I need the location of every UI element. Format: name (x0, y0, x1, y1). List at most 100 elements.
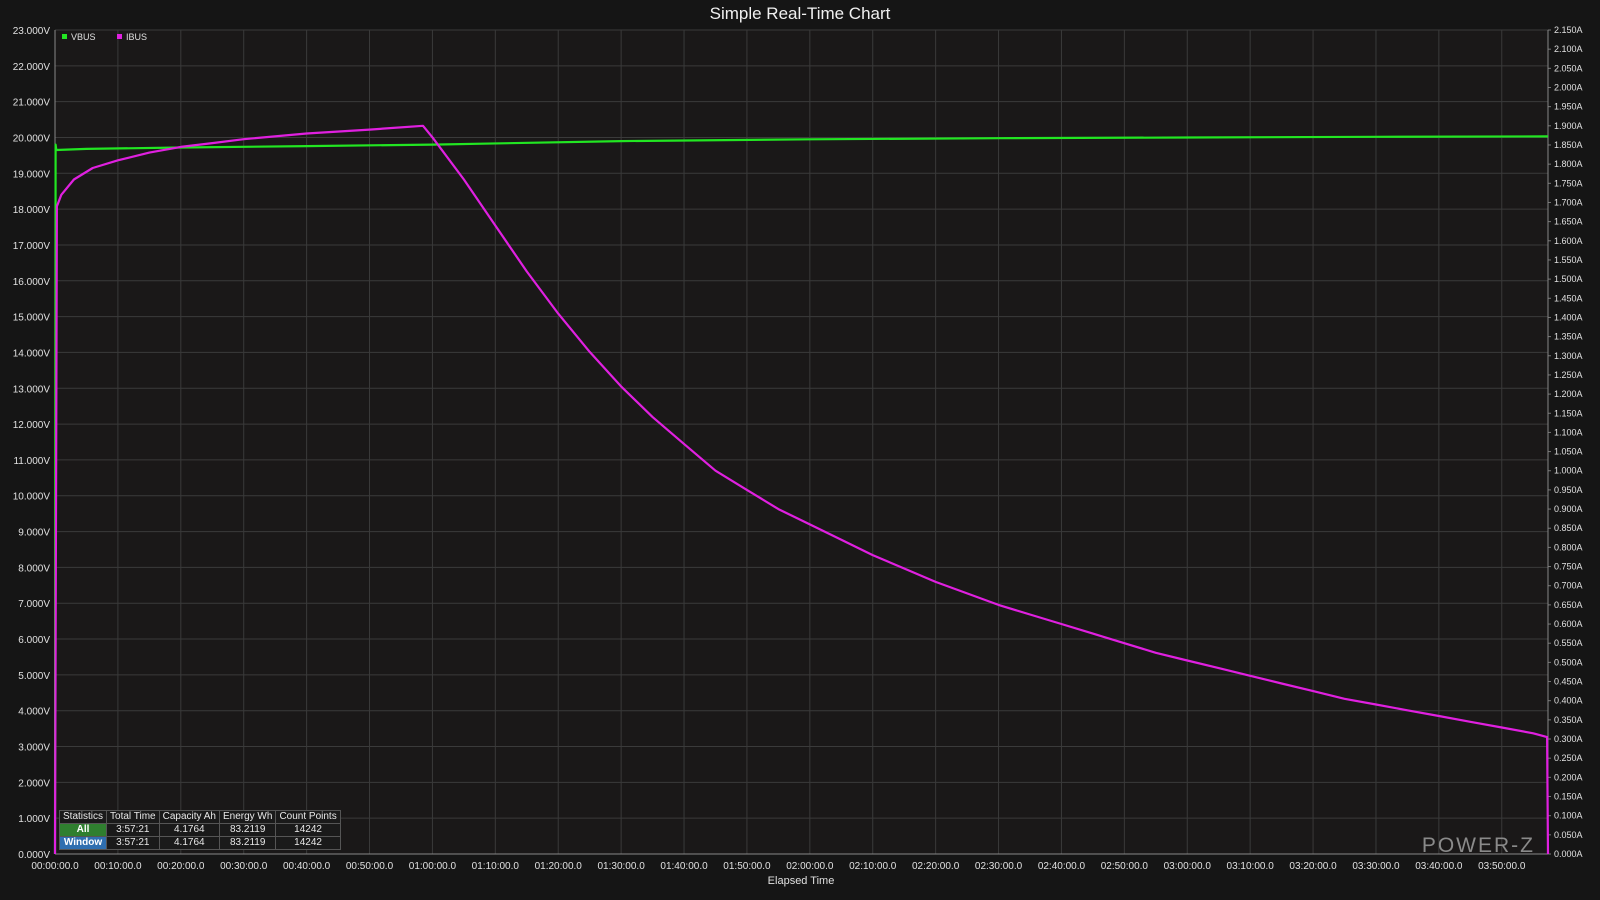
y-tick-label: 12.000V (13, 420, 51, 431)
y2-tick-label: 0.350A (1554, 715, 1583, 725)
stat-header: Count Points (275, 810, 341, 824)
x-tick-label: 03:10:00.0 (1227, 861, 1275, 872)
y-tick-label: 6.000V (18, 635, 50, 646)
y-tick-label: 4.000V (18, 707, 50, 718)
y2-tick-label: 1.650A (1554, 217, 1583, 227)
stat-capacity: 4.1764 (158, 823, 220, 837)
stat-header: Total Time (106, 810, 160, 824)
x-tick-label: 03:30:00.0 (1352, 861, 1400, 872)
y-tick-label: 7.000V (18, 599, 50, 610)
y2-tick-label: 0.850A (1554, 523, 1583, 533)
y2-tick-label: 2.050A (1554, 63, 1583, 73)
x-tick-label: 01:30:00.0 (597, 861, 645, 872)
y-tick-label: 18.000V (13, 205, 51, 216)
x-tick-label: 01:40:00.0 (660, 861, 708, 872)
y-tick-label: 10.000V (13, 492, 51, 503)
y2-tick-label: 1.400A (1554, 312, 1583, 322)
stat-count: 14242 (275, 836, 341, 850)
y2-tick-label: 1.850A (1554, 140, 1583, 150)
y2-tick-label: 2.100A (1554, 44, 1583, 54)
x-axis-title: Elapsed Time (768, 875, 835, 887)
y2-tick-label: 1.250A (1554, 370, 1583, 380)
stat-header: Energy Wh (218, 810, 277, 824)
x-tick-label: 00:30:00.0 (220, 861, 268, 872)
y2-tick-label: 0.600A (1554, 619, 1583, 629)
chart-root: 0.000V 1.000V 2.000V 3.000V 4.000V 5.000V 6.00… (0, 0, 1600, 900)
y2-tick-label: 0.750A (1554, 562, 1583, 572)
y2-tick-label: 0.050A (1554, 830, 1583, 840)
x-tick-label: 03:40:00.0 (1415, 861, 1463, 872)
y-tick-label: 21.000V (13, 98, 51, 109)
x-tick-label: 03:20:00.0 (1289, 861, 1337, 872)
y2-tick-label: 2.150A (1554, 25, 1583, 35)
watermark-logo: POWER-Z (1422, 834, 1535, 857)
y2-tick-label: 0.200A (1554, 772, 1583, 782)
y-tick-label: 3.000V (18, 743, 50, 754)
y2-tick-label: 0.300A (1554, 734, 1583, 744)
y2-tick-label: 0.500A (1554, 657, 1583, 667)
stat-capacity: 4.1764 (158, 836, 220, 850)
chart-canvas: 0.000V 1.000V 2.000V 3.000V 4.000V 5.000V 6.00… (13, 4, 1583, 887)
x-tick-label: 02:30:00.0 (975, 861, 1023, 872)
statistics-header-row: Statistics Total Time Capacity Ah Energy… (58, 810, 341, 824)
y2-tick-label: 1.600A (1554, 236, 1583, 246)
y2-tick-label: 1.350A (1554, 332, 1583, 342)
x-tick-label: 03:00:00.0 (1164, 861, 1212, 872)
y2-tick-label: 0.650A (1554, 600, 1583, 610)
y2-tick-label: 0.450A (1554, 677, 1583, 687)
x-tick-label: 02:00:00.0 (786, 861, 834, 872)
y2-tick-label: 1.200A (1554, 389, 1583, 399)
x-tick-label: 02:20:00.0 (912, 861, 960, 872)
chart-title: Simple Real-Time Chart (710, 4, 891, 23)
x-tick-label: 02:40:00.0 (1038, 861, 1086, 872)
y-tick-label: 13.000V (13, 384, 51, 395)
x-tick-label: 03:50:00.0 (1478, 861, 1526, 872)
legend-label-vbus: VBUS (71, 32, 96, 42)
y-tick-label: 15.000V (13, 313, 51, 324)
y2-tick-label: 0.250A (1554, 753, 1583, 763)
x-tick-label: 00:10:00.0 (94, 861, 142, 872)
y2-tick-label: 0.150A (1554, 792, 1583, 802)
y2-tick-label: 1.800A (1554, 159, 1583, 169)
y-tick-label: 19.000V (13, 169, 51, 180)
y2-tick-label: 0.550A (1554, 638, 1583, 648)
x-tick-label: 01:10:00.0 (472, 861, 520, 872)
y2-tick-label: 1.300A (1554, 351, 1583, 361)
y2-tick-label: 1.500A (1554, 274, 1583, 284)
y-tick-label: 17.000V (13, 241, 51, 252)
y2-tick-label: 0.100A (1554, 811, 1583, 821)
y2-tick-label: 1.900A (1554, 121, 1583, 131)
x-tick-label: 00:20:00.0 (157, 861, 205, 872)
stat-energy: 83.2119 (218, 823, 277, 837)
y2-tick-label: 0.000A (1554, 849, 1583, 859)
y-tick-label: 1.000V (18, 814, 50, 825)
stat-energy: 83.2119 (218, 836, 277, 850)
y2-tick-label: 0.900A (1554, 504, 1583, 514)
y-tick-label: 5.000V (18, 671, 50, 682)
y-tick-label: 20.000V (13, 133, 51, 144)
y2-tick-label: 1.550A (1554, 255, 1583, 265)
statistics-row-all: All 3:57:21 4.1764 83.2119 14242 (58, 823, 341, 837)
y2-tick-label: 1.000A (1554, 466, 1583, 476)
legend-label-ibus: IBUS (126, 32, 147, 42)
y2-tick-label: 2.000A (1554, 82, 1583, 92)
y2-tick-label: 1.100A (1554, 427, 1583, 437)
y-tick-label: 2.000V (18, 778, 50, 789)
x-tick-label: 01:20:00.0 (535, 861, 583, 872)
y-tick-label: 22.000V (13, 62, 51, 73)
y-tick-label: 9.000V (18, 528, 50, 539)
x-tick-label: 00:40:00.0 (283, 861, 331, 872)
y2-tick-label: 1.450A (1554, 293, 1583, 303)
plot-area (55, 30, 1548, 854)
stat-header: Statistics (58, 810, 108, 824)
y2-tick-label: 0.800A (1554, 542, 1583, 552)
stat-header: Capacity Ah (158, 810, 220, 824)
stat-row-label: Window (58, 836, 108, 850)
y2-tick-label: 1.750A (1554, 178, 1583, 188)
stat-total-time: 3:57:21 (106, 836, 160, 850)
y-tick-label: 0.000V (18, 850, 50, 861)
y-tick-label: 8.000V (18, 563, 50, 574)
y2-tick-label: 1.150A (1554, 408, 1583, 418)
statistics-table: Statistics Total Time Capacity Ah Energy… (58, 810, 341, 850)
y2-tick-label: 1.050A (1554, 447, 1583, 457)
